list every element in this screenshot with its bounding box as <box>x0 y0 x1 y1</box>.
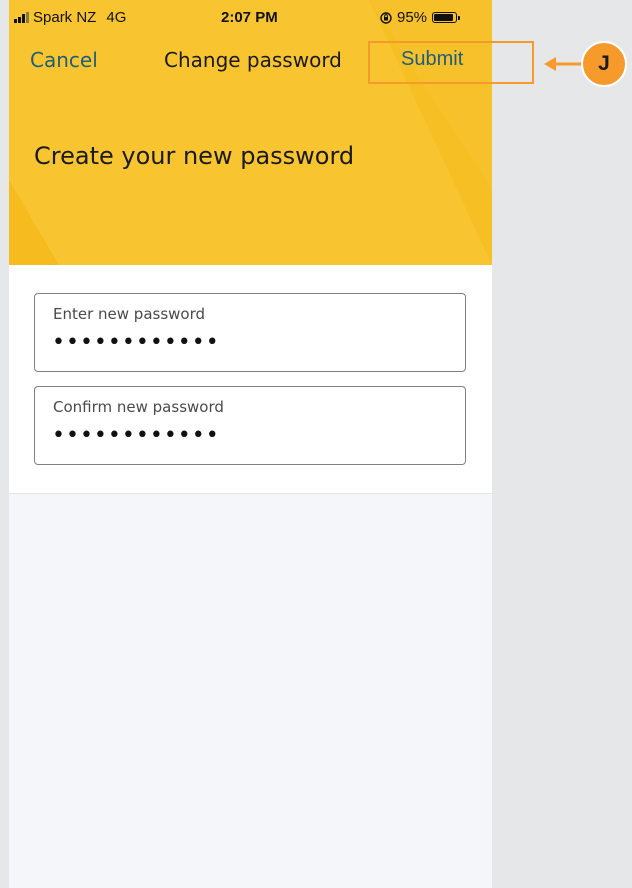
signal-strength-icon <box>14 12 29 23</box>
confirm-password-field[interactable]: Confirm new password •••••••••••• <box>34 386 466 465</box>
rotation-lock-icon <box>380 11 392 24</box>
cancel-button[interactable]: Cancel <box>30 48 98 72</box>
status-time: 2:07 PM <box>221 9 278 26</box>
annotation-arrow-icon <box>544 57 582 71</box>
new-password-label: Enter new password <box>53 305 206 323</box>
hero-heading: Create your new password <box>34 142 355 170</box>
hero-banner: Spark NZ 4G 2:07 PM 95% Cancel Change pa… <box>9 0 492 265</box>
battery-percent: 95% <box>397 9 428 26</box>
new-password-value[interactable]: •••••••••••• <box>52 330 220 355</box>
confirm-password-value[interactable]: •••••••••••• <box>52 423 220 448</box>
battery-icon <box>432 12 461 23</box>
carrier-name: Spark NZ <box>33 9 97 26</box>
submit-highlight-box <box>368 41 534 84</box>
password-form: Enter new password •••••••••••• Confirm … <box>9 265 492 494</box>
carrier-group: Spark NZ 4G <box>14 9 126 26</box>
status-bar: Spark NZ 4G 2:07 PM 95% <box>9 0 492 36</box>
new-password-field[interactable]: Enter new password •••••••••••• <box>34 293 466 372</box>
network-type: 4G <box>106 9 127 26</box>
confirm-password-label: Confirm new password <box>53 398 224 416</box>
page-title: Change password <box>164 48 342 72</box>
phone-screen: Spark NZ 4G 2:07 PM 95% Cancel Change pa… <box>9 0 492 888</box>
battery-group: 95% <box>380 9 461 26</box>
annotation-badge: J <box>581 41 627 87</box>
